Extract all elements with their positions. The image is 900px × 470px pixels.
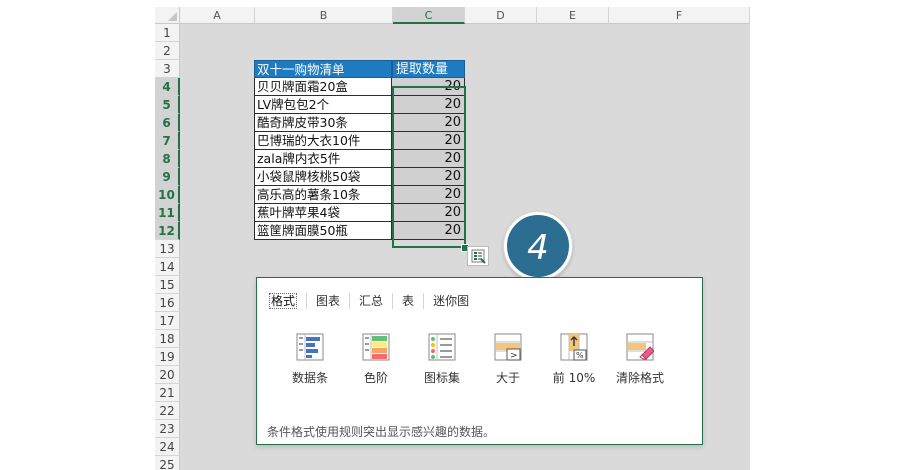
step-number-badge: 4	[504, 212, 572, 280]
table-cell-item[interactable]: zala牌内衣5件	[254, 150, 392, 168]
table-cell-item[interactable]: 小袋鼠牌核桃50袋	[254, 168, 392, 186]
clear-format-icon	[626, 333, 655, 361]
row-header[interactable]: 15	[155, 276, 180, 294]
clear-format-label: 清除格式	[615, 371, 664, 385]
svg-text:>: >	[510, 351, 518, 361]
row-header[interactable]: 11	[155, 204, 180, 222]
row-header[interactable]: 24	[155, 438, 180, 456]
top-10-percent-label: 前 10%	[552, 371, 596, 385]
row-header[interactable]: 5	[155, 96, 180, 114]
color-scale-label: 色阶	[363, 371, 388, 385]
row-header[interactable]: 19	[155, 348, 180, 366]
row-header[interactable]: 9	[155, 168, 180, 186]
table-cell-quantity[interactable]: 20	[392, 150, 465, 168]
greater-than-button[interactable]: > 大于	[475, 333, 541, 386]
row-header[interactable]: 3	[155, 60, 180, 78]
format-tools: 数据条 色阶 图标集 > 大于 % 前 10% 清除格式	[277, 333, 673, 386]
icon-set-button[interactable]: 图标集	[409, 333, 475, 386]
greater-than-icon: >	[494, 333, 522, 361]
data-bars-label: 数据条	[291, 371, 328, 385]
table-cell-quantity[interactable]: 20	[392, 186, 465, 204]
column-header-b[interactable]: B	[255, 7, 393, 24]
table-cell-item[interactable]: LV牌包包2个	[254, 96, 392, 114]
quick-analysis-panel: 格式 图表 汇总 表 迷你图 数据条 色阶 图标集 > 大于 % 前 10% 清…	[256, 277, 703, 445]
row-header[interactable]: 10	[155, 186, 180, 204]
table-cell-quantity[interactable]: 20	[392, 96, 465, 114]
color-scale-icon	[362, 333, 390, 361]
row-header[interactable]: 7	[155, 132, 180, 150]
table-cell-quantity[interactable]: 20	[392, 204, 465, 222]
row-header[interactable]: 1	[155, 24, 180, 42]
table-cell-item[interactable]: 酷奇牌皮带30条	[254, 114, 392, 132]
column-header-c[interactable]: C	[393, 7, 465, 24]
table-cell-item[interactable]: 篮筐牌面膜50瓶	[254, 222, 392, 240]
row-header[interactable]: 17	[155, 312, 180, 330]
color-scale-button[interactable]: 色阶	[343, 333, 409, 386]
tab-totals[interactable]: 汇总	[350, 293, 394, 309]
column-header-f[interactable]: F	[609, 7, 750, 24]
table-cell-item[interactable]: 贝贝牌面霜20盒	[254, 78, 392, 96]
table-cell-item[interactable]: 巴博瑞的大衣10件	[254, 132, 392, 150]
select-all-corner[interactable]	[155, 7, 180, 24]
tab-charts[interactable]: 图表	[307, 293, 351, 309]
data-bars-icon	[296, 333, 324, 361]
svg-text:%: %	[576, 351, 584, 360]
quick-analysis-tabs: 格式 图表 汇总 表 迷你图	[267, 293, 478, 309]
row-header[interactable]: 13	[155, 240, 180, 258]
row-header[interactable]: 6	[155, 114, 180, 132]
quick-analysis-button[interactable]	[467, 246, 489, 266]
table-cell-item[interactable]: 高乐高的薯条10条	[254, 186, 392, 204]
column-header-d[interactable]: D	[465, 7, 537, 24]
row-header[interactable]: 16	[155, 294, 180, 312]
column-header-e[interactable]: E	[537, 7, 609, 24]
top-10-percent-icon: %	[560, 333, 588, 361]
row-header[interactable]: 14	[155, 258, 180, 276]
row-header[interactable]: 2	[155, 42, 180, 60]
table-cell-quantity[interactable]: 20	[392, 132, 465, 150]
tab-sparklines[interactable]: 迷你图	[424, 293, 478, 309]
panel-hint-text: 条件格式使用规则突出显示感兴趣的数据。	[267, 425, 496, 439]
row-header[interactable]: 25	[155, 456, 180, 470]
row-header[interactable]: 22	[155, 402, 180, 420]
table-header-quantity[interactable]: 提取数量	[392, 60, 465, 78]
table-cell-quantity[interactable]: 20	[392, 114, 465, 132]
tab-tables[interactable]: 表	[393, 293, 425, 309]
row-header[interactable]: 4	[155, 78, 180, 96]
row-header[interactable]: 8	[155, 150, 180, 168]
row-header[interactable]: 12	[155, 222, 180, 240]
icon-set-icon	[428, 333, 456, 361]
tab-format[interactable]: 格式	[267, 293, 308, 309]
greater-than-label: 大于	[495, 371, 520, 385]
table-cell-quantity[interactable]: 20	[392, 78, 465, 96]
row-header[interactable]: 23	[155, 420, 180, 438]
table-cell-quantity[interactable]: 20	[392, 168, 465, 186]
quick-analysis-icon	[471, 249, 486, 264]
clear-format-button[interactable]: 清除格式	[607, 333, 673, 386]
top-10-percent-button[interactable]: % 前 10%	[541, 333, 607, 386]
data-bars-button[interactable]: 数据条	[277, 333, 343, 386]
icon-set-label: 图标集	[423, 371, 460, 385]
row-header[interactable]: 20	[155, 366, 180, 384]
row-header[interactable]: 18	[155, 330, 180, 348]
table-header-list[interactable]: 双十一购物清单	[254, 60, 392, 78]
table-cell-quantity[interactable]: 20	[392, 222, 465, 240]
table-cell-item[interactable]: 蕉叶牌苹果4袋	[254, 204, 392, 222]
row-header[interactable]: 21	[155, 384, 180, 402]
column-header-a[interactable]: A	[180, 7, 255, 24]
